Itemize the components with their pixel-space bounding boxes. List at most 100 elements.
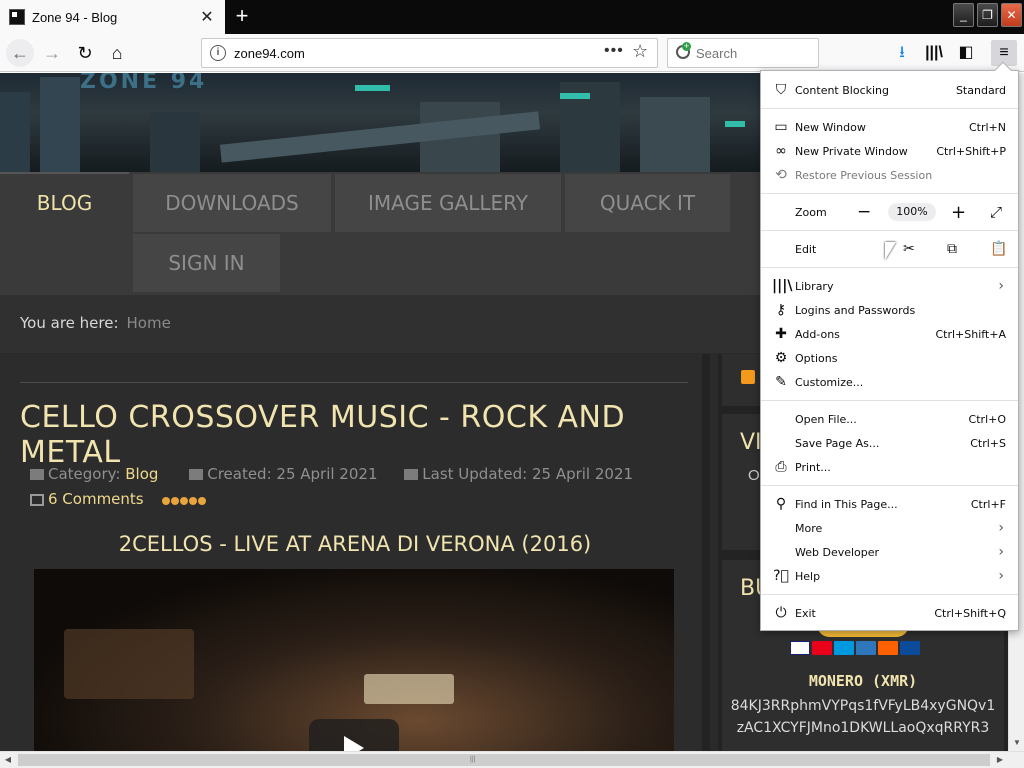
menu-save-page[interactable]: Save Page As... Ctrl+S [761,431,1018,455]
reload-icon[interactable]: ↻ [71,39,99,67]
library-icon[interactable]: |||\ [921,40,947,66]
monero-address-line-2[interactable]: zAC1XCYFJMno1DKWLLaoQxqRRYR3 [722,720,1004,736]
menu-separator [761,108,1018,109]
zoom-reset-button[interactable]: 100% [888,203,936,221]
nav-quack-it[interactable]: QUACK IT [565,174,730,232]
back-icon[interactable]: ← [6,39,34,67]
monero-title: MONERO (XMR) [808,672,918,690]
window-close-button[interactable]: ✕ [1001,3,1022,27]
chevron-right-icon: › [998,278,1004,294]
scroll-right-icon[interactable]: ▶ [992,752,1008,768]
updated-date: Last Updated: 25 April 2021 [422,465,634,483]
cut-icon[interactable]: ✂ [903,241,915,257]
menu-zoom-row: Zoom − 100% + ⤢ [761,200,1018,224]
video-player[interactable] [34,569,674,751]
menu-print[interactable]: ⎙ Print... [761,455,1018,479]
new-tab-button[interactable]: + [229,4,255,30]
folder-icon [30,469,44,480]
site-favicon-icon [9,9,25,25]
tab-title: Zone 94 - Blog [32,9,118,25]
menu-shortcut: Ctrl+Shift+A [935,327,1006,341]
maestro-card-icon [834,641,854,655]
app-menu-panel: ⛉ Content Blocking Standard ▭ New Window… [760,61,1019,631]
menu-label: Options [795,351,838,365]
menu-content-blocking[interactable]: ⛉ Content Blocking Standard [761,78,1018,102]
rss-icon[interactable] [741,370,755,384]
menu-help[interactable]: ?⃝ Help › [761,564,1018,588]
menu-logins[interactable]: ⚷ Logins and Passwords [761,298,1018,322]
article: CELLO CROSSOVER MUSIC - ROCK AND METAL C… [0,354,710,751]
category-link[interactable]: Blog [125,465,158,483]
menu-restore-session[interactable]: ⟲ Restore Previous Session [761,163,1018,187]
nav-image-gallery[interactable]: IMAGE GALLERY [335,174,561,232]
paste-icon[interactable]: 📋 [990,241,1007,257]
url-text[interactable]: zone94.com [234,46,305,61]
menu-find[interactable]: ⚲ Find in This Page... Ctrl+F [761,492,1018,516]
menu-new-private-window[interactable]: ∞ New Private Window Ctrl+Shift+P [761,139,1018,163]
visa-card-icon [790,641,810,655]
menu-label: Find in This Page... [795,497,898,511]
close-tab-icon[interactable]: ✕ [197,7,217,27]
minimize-button[interactable]: _ [953,3,974,27]
sidebar-toggle-icon[interactable]: ◧ [953,40,979,66]
scroll-left-icon[interactable]: ◀ [0,752,16,768]
gear-icon: ⚙ [774,350,788,366]
menu-options[interactable]: ⚙ Options [761,346,1018,370]
nav-downloads[interactable]: DOWNLOADS [133,174,331,232]
menu-open-file[interactable]: Open File... Ctrl+O [761,407,1018,431]
article-title[interactable]: CELLO CROSSOVER MUSIC - ROCK AND METAL [20,400,702,470]
bookmark-star-icon[interactable]: ☆ [632,41,648,62]
scroll-down-icon[interactable]: ▼ [1009,735,1024,751]
downloads-icon[interactable]: ⭳ [889,40,915,66]
sidebar-box-text: O [748,467,760,484]
magnifier-icon: ⚲ [775,496,787,512]
play-button[interactable] [309,719,399,751]
forward-icon[interactable]: → [38,39,66,67]
add-search-engine-icon: + [682,41,691,51]
site-logo[interactable]: ZONE 94 [80,73,207,94]
jcb-card-icon [900,641,920,655]
search-input[interactable] [696,44,814,62]
calendar-edit-icon [404,469,419,480]
library-icon: |||\ [772,278,793,294]
menu-customize[interactable]: ✎ Customize... [761,370,1018,394]
scroll-thumb[interactable] [18,754,990,766]
comments-link[interactable]: 6 Comments [48,490,144,508]
menu-more[interactable]: More › [761,516,1018,540]
horizontal-scrollbar[interactable]: ◀ ||| ▶ [0,751,1024,768]
restore-button[interactable]: ❐ [977,3,998,27]
menu-shortcut: Ctrl+S [970,436,1006,450]
url-bar[interactable]: i zone94.com ••• ☆ [201,38,658,68]
fullscreen-icon[interactable]: ⤢ [990,203,1002,221]
article-meta-2: 6 Comments [30,490,207,509]
category-label: Category: [48,465,121,483]
copy-icon[interactable]: ⧉ [947,241,957,257]
home-icon[interactable]: ⌂ [103,39,131,67]
menu-new-window[interactable]: ▭ New Window Ctrl+N [761,115,1018,139]
search-bar[interactable]: + [667,38,819,68]
arena-wall [64,629,194,699]
breadcrumb-home-link[interactable]: Home [127,314,171,332]
menu-separator [761,485,1018,486]
menu-label: Web Developer [795,545,880,559]
browser-tab[interactable]: Zone 94 - Blog ✕ [0,0,225,34]
menu-exit[interactable]: ⏻ Exit Ctrl+Shift+Q [761,601,1018,625]
nav-sign-in[interactable]: SIGN IN [133,234,280,292]
zoom-in-icon[interactable]: + [951,202,966,223]
monero-address-line-1[interactable]: 84KJ3RRphmVYPqs1fVFyLB4xyGNQv1 [722,698,1004,714]
menu-addons[interactable]: ✚ Add-ons Ctrl+Shift+A [761,322,1018,346]
discover-card-icon [878,641,898,655]
menu-shortcut: Ctrl+N [968,120,1006,134]
page-actions-icon[interactable]: ••• [604,42,624,60]
paintbrush-icon: ✎ [775,374,787,390]
edit-label: Edit [795,242,817,256]
rating-stars[interactable] [162,491,207,509]
nav-blog[interactable]: BLOG [0,172,129,230]
site-info-icon[interactable]: i [210,45,226,61]
menu-library[interactable]: |||\ Library › [761,274,1018,298]
zoom-out-icon[interactable]: − [857,202,871,222]
sidebar-box-title: VI [740,430,762,455]
chevron-right-icon: › [998,544,1004,560]
menu-web-developer[interactable]: Web Developer › [761,540,1018,564]
menu-label: Save Page As... [795,436,880,450]
